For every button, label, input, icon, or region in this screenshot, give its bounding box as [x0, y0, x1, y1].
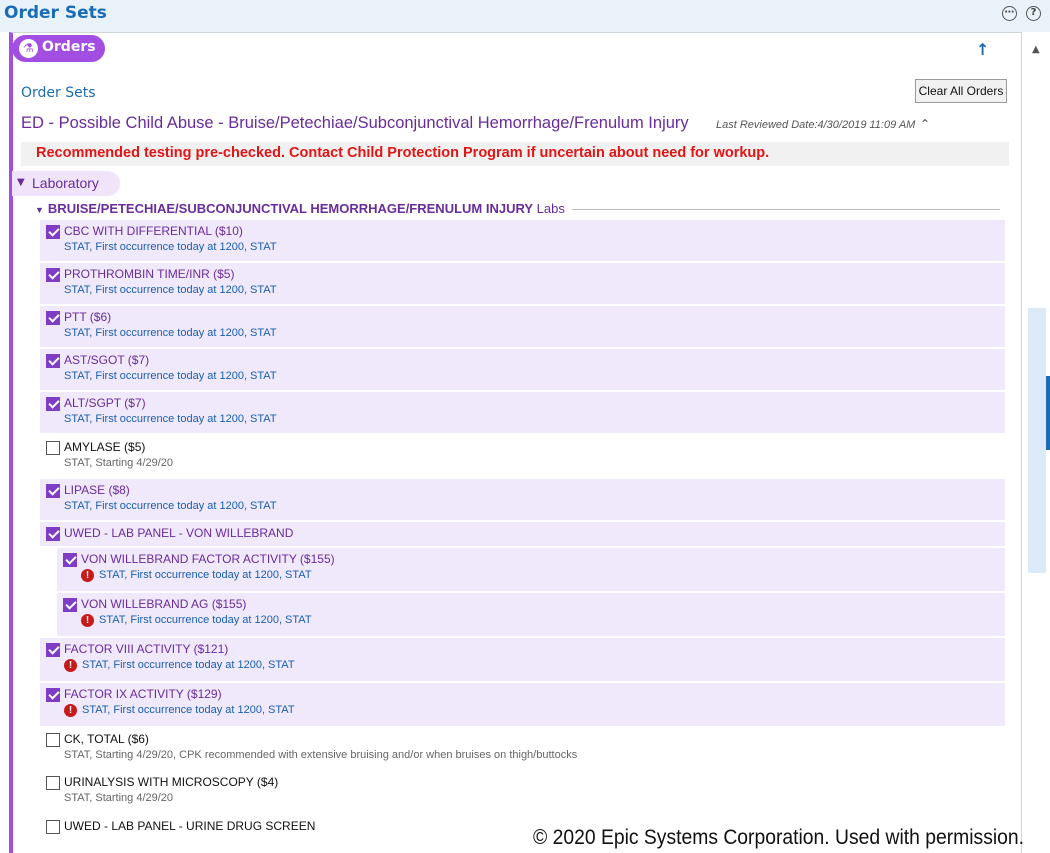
order-detail[interactable]: STAT, First occurrence today at 1200, ST…	[64, 413, 277, 425]
order-checkbox[interactable]	[46, 441, 60, 455]
order-detail[interactable]: STAT, First occurrence today at 1200, ST…	[64, 370, 277, 382]
section-laboratory[interactable]: ▼ Laboratory	[12, 171, 120, 196]
help-icon[interactable]: ?	[1026, 6, 1041, 21]
order-row[interactable]: FACTOR VIII ACTIVITY ($121)! STAT, First …	[40, 638, 1005, 681]
order-checkbox[interactable]	[46, 776, 60, 790]
order-checkbox[interactable]	[46, 354, 60, 368]
order-row[interactable]: AST/SGOT ($7) STAT, First occurrence toda…	[40, 349, 1005, 390]
order-name[interactable]: VON WILLEBRAND AG ($155)	[81, 597, 246, 611]
ellipsis-circle-icon[interactable]: ⋯	[1002, 6, 1017, 21]
order-checkbox[interactable]	[46, 225, 60, 239]
page-header: Order Sets ⋯ ?	[0, 0, 1050, 32]
recommendation-banner: Recommended testing pre-checked. Contact…	[21, 142, 1009, 166]
warning-icon: !	[81, 569, 94, 582]
order-name[interactable]: FACTOR IX ACTIVITY ($129)	[64, 687, 222, 701]
order-name[interactable]: ALT/SGPT ($7)	[64, 396, 146, 410]
warning-icon: !	[64, 659, 77, 672]
order-detail[interactable]: STAT, Starting 4/29/20	[64, 792, 173, 804]
orders-tab-label: Orders	[42, 39, 96, 55]
caret-down-icon: ▼	[17, 177, 25, 188]
order-row[interactable]: FACTOR IX ACTIVITY ($129)! STAT, First oc…	[40, 683, 1005, 726]
group-title-suffix: Labs	[533, 201, 565, 216]
order-row[interactable]: CBC WITH DIFFERENTIAL ($10) STAT, First o…	[40, 220, 1005, 261]
order-checkbox[interactable]	[46, 733, 60, 747]
order-detail[interactable]: STAT, First occurrence today at 1200, ST…	[64, 284, 277, 296]
order-checkbox[interactable]	[46, 643, 60, 657]
order-checkbox[interactable]	[46, 397, 60, 411]
order-detail[interactable]: STAT, Starting 4/29/20, CPK recommended …	[64, 749, 577, 761]
order-row[interactable]: UWED - LAB PANEL - VON WILLEBRAND	[40, 522, 1005, 546]
order-checkbox[interactable]	[46, 820, 60, 834]
order-row[interactable]: PTT ($6) STAT, First occurrence today at …	[40, 306, 1005, 347]
divider	[572, 209, 1000, 210]
order-name[interactable]: CK, TOTAL ($6)	[64, 732, 149, 746]
clear-all-orders-button[interactable]: Clear All Orders	[915, 79, 1007, 103]
order-set-title: ED - Possible Child Abuse - Bruise/Petec…	[21, 114, 689, 132]
order-name[interactable]: LIPASE ($8)	[64, 483, 130, 497]
order-name[interactable]: URINALYSIS WITH MICROSCOPY ($4)	[64, 775, 278, 789]
scrollbar[interactable]: ▲ ▼	[1026, 32, 1050, 853]
warning-icon: !	[64, 704, 77, 717]
order-checkbox[interactable]	[46, 311, 60, 325]
collapse-chevron-icon[interactable]: ⌃	[920, 117, 930, 131]
group-header[interactable]: ▼ BRUISE/PETECHIAE/SUBCONJUNCTIVAL HEMORR…	[35, 201, 565, 216]
order-name[interactable]: FACTOR VIII ACTIVITY ($121)	[64, 642, 228, 656]
orders-tab[interactable]: ⚗ Orders	[12, 35, 105, 62]
order-checkbox[interactable]	[46, 484, 60, 498]
order-name[interactable]: AMYLASE ($5)	[64, 440, 145, 454]
order-row[interactable]: VON WILLEBRAND FACTOR ACTIVITY ($155)! ST…	[57, 548, 1005, 591]
copyright-notice: © 2020 Epic Systems Corporation. Used wi…	[533, 826, 1025, 849]
order-name[interactable]: UWED - LAB PANEL - VON WILLEBRAND	[64, 526, 293, 540]
order-detail[interactable]: STAT, First occurrence today at 1200, ST…	[64, 241, 277, 253]
scroll-up-icon[interactable]: ▲	[1032, 44, 1040, 55]
order-detail[interactable]: STAT, First occurrence today at 1200, ST…	[82, 659, 295, 671]
order-detail[interactable]: STAT, Starting 4/29/20	[64, 457, 173, 469]
group-title: BRUISE/PETECHIAE/SUBCONJUNCTIVAL HEMORRH…	[47, 201, 534, 216]
order-checkbox[interactable]	[63, 553, 77, 567]
scrollbar-thumb[interactable]	[1046, 376, 1050, 450]
order-row[interactable]: PROTHROMBIN TIME/INR ($5) STAT, First occ…	[40, 263, 1005, 304]
warning-icon: !	[81, 614, 94, 627]
order-row[interactable]: CK, TOTAL ($6) STAT, Starting 4/29/20, CP…	[40, 728, 1005, 769]
scroll-to-top-icon[interactable]: ↑	[976, 40, 989, 59]
order-row[interactable]: VON WILLEBRAND AG ($155)! STAT, First occ…	[57, 593, 1005, 636]
order-name[interactable]: UWED - LAB PANEL - URINE DRUG SCREEN	[64, 819, 315, 833]
order-checkbox[interactable]	[46, 688, 60, 702]
order-name[interactable]: VON WILLEBRAND FACTOR ACTIVITY ($155)	[81, 552, 335, 566]
order-detail[interactable]: STAT, First occurrence today at 1200, ST…	[64, 327, 277, 339]
order-name[interactable]: AST/SGOT ($7)	[64, 353, 149, 367]
order-detail[interactable]: STAT, First occurrence today at 1200, ST…	[82, 704, 295, 716]
order-name[interactable]: PTT ($6)	[64, 310, 111, 324]
order-checkbox[interactable]	[63, 598, 77, 612]
order-name[interactable]: PROTHROMBIN TIME/INR ($5)	[64, 267, 234, 281]
scrollbar-track[interactable]	[1028, 308, 1046, 573]
page-title: Order Sets	[4, 3, 107, 23]
order-checkbox[interactable]	[46, 268, 60, 282]
order-detail[interactable]: STAT, First occurrence today at 1200, ST…	[99, 569, 312, 581]
order-row[interactable]: URINALYSIS WITH MICROSCOPY ($4) STAT, Sta…	[40, 771, 1005, 812]
section-label: Laboratory	[32, 175, 99, 191]
order-detail[interactable]: STAT, First occurrence today at 1200, ST…	[64, 500, 277, 512]
order-checkbox[interactable]	[46, 527, 60, 541]
order-row[interactable]: AMYLASE ($5) STAT, Starting 4/29/20	[40, 436, 1005, 477]
order-name[interactable]: CBC WITH DIFFERENTIAL ($10)	[64, 224, 243, 238]
last-reviewed-date: Last Reviewed Date:4/30/2019 11:09 AM	[716, 119, 916, 131]
orders-icon: ⚗	[19, 39, 38, 58]
caret-down-icon: ▼	[35, 205, 44, 215]
order-row[interactable]: ALT/SGPT ($7) STAT, First occurrence toda…	[40, 392, 1005, 433]
order-row[interactable]: LIPASE ($8) STAT, First occurrence today …	[40, 479, 1005, 520]
order-sets-link[interactable]: Order Sets	[21, 85, 96, 101]
banner-text: Recommended testing pre-checked. Contact…	[36, 145, 770, 161]
order-detail[interactable]: STAT, First occurrence today at 1200, ST…	[99, 614, 312, 626]
